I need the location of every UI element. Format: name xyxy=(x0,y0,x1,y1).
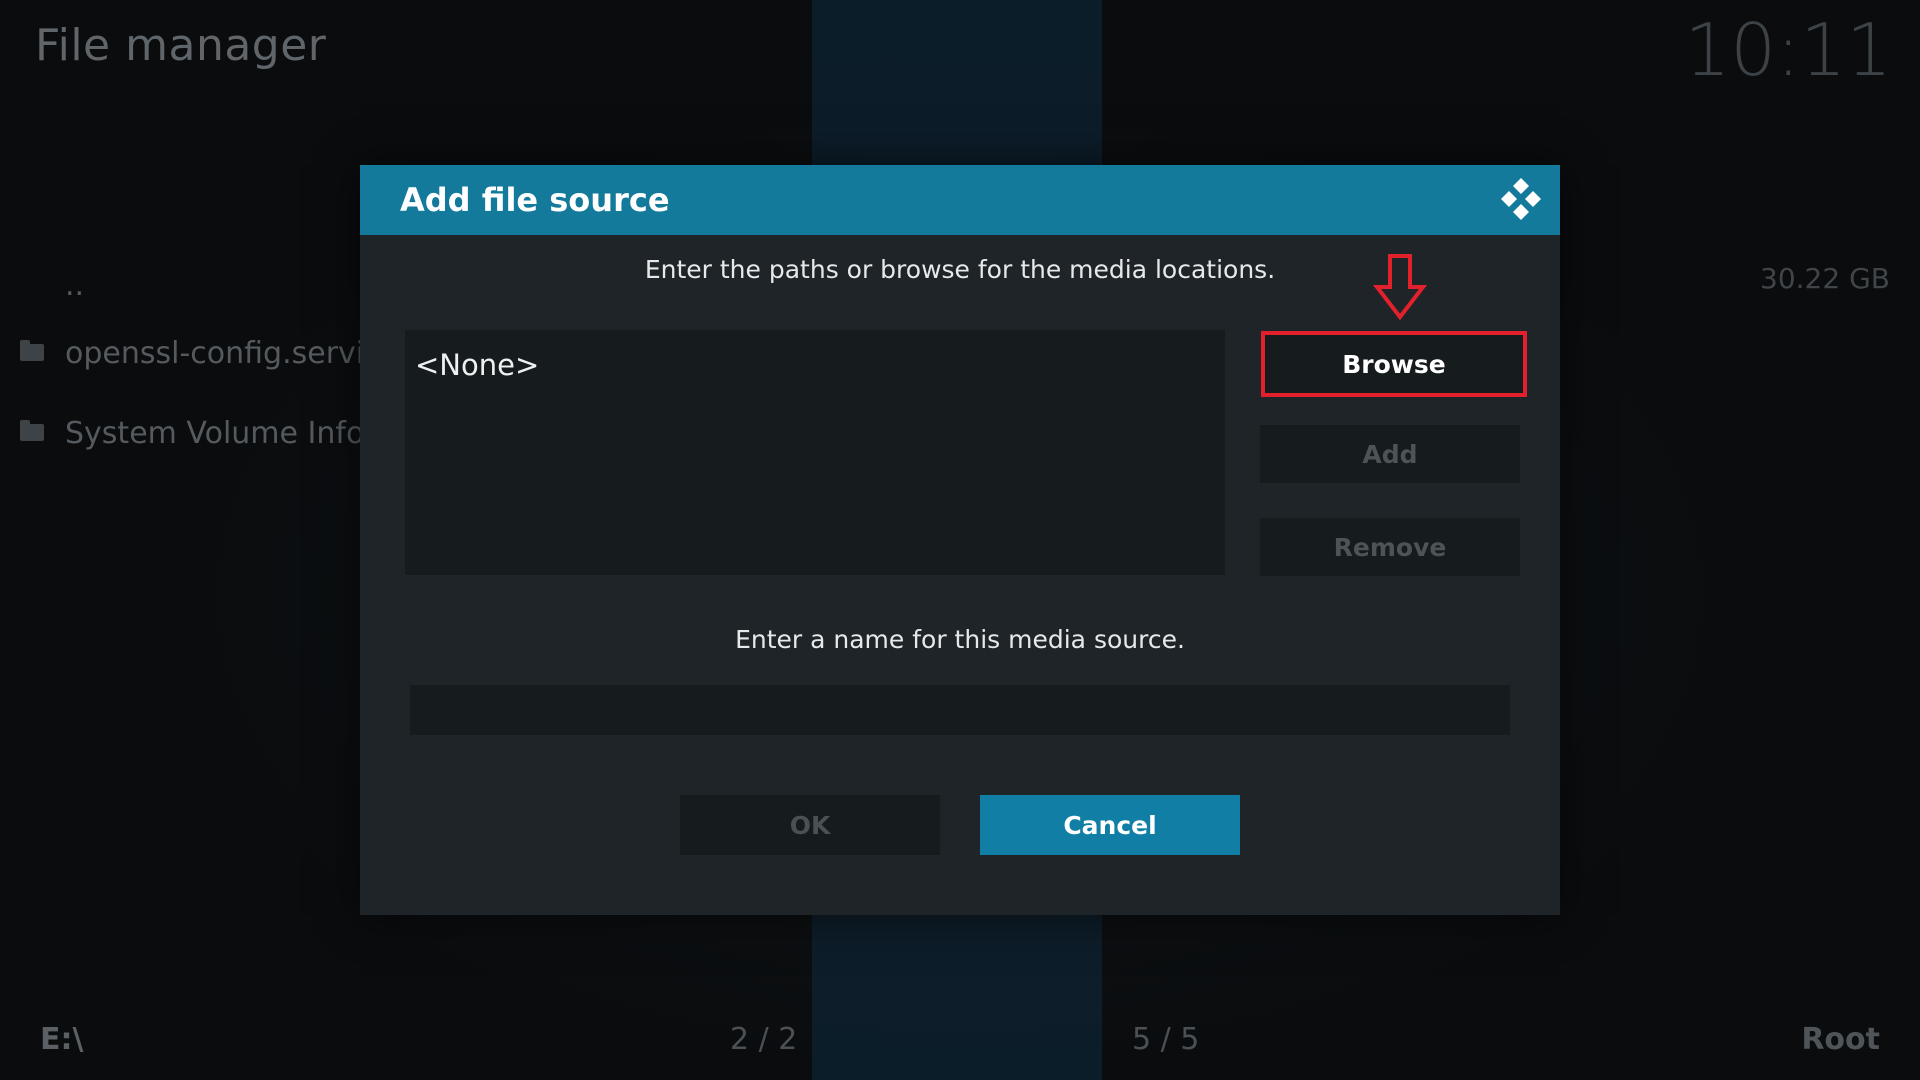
kodi-logo-icon xyxy=(1501,178,1541,220)
down-arrow-icon xyxy=(1373,254,1427,321)
add-file-source-dialog: Add file source Enter the paths or brows… xyxy=(360,165,1560,915)
location-label: Root xyxy=(1801,1022,1880,1057)
cancel-button[interactable]: Cancel xyxy=(980,795,1240,855)
paths-list[interactable]: <None> xyxy=(405,330,1225,575)
dialog-title: Add file source xyxy=(400,181,670,219)
source-name-input[interactable] xyxy=(410,685,1510,735)
page-title: File manager xyxy=(35,20,327,71)
item-count-left: 2 / 2 xyxy=(730,1022,798,1057)
name-hint: Enter a name for this media source. xyxy=(735,625,1185,654)
ok-button[interactable]: OK xyxy=(680,795,940,855)
current-path: E:\ xyxy=(40,1022,84,1057)
path-item[interactable]: <None> xyxy=(415,348,539,382)
browse-button[interactable]: Browse xyxy=(1261,331,1527,397)
free-space-label: 30.22 GB xyxy=(1760,262,1890,295)
remove-button[interactable]: Remove xyxy=(1260,518,1520,576)
list-item-label: System Volume Inform xyxy=(65,415,370,451)
list-item[interactable]: System Volume Inform xyxy=(0,408,370,458)
list-item-parent[interactable]: .. xyxy=(0,260,370,310)
clock: 10:11 xyxy=(1684,8,1893,92)
folder-icon xyxy=(20,340,44,361)
list-item-label: .. xyxy=(65,267,85,303)
list-item-label: openssl-config.service. xyxy=(65,335,370,371)
folder-icon xyxy=(20,420,44,441)
dialog-header: Add file source xyxy=(360,165,1560,235)
add-button[interactable]: Add xyxy=(1260,425,1520,483)
item-count-right: 5 / 5 xyxy=(1132,1022,1200,1057)
list-item[interactable]: openssl-config.service. xyxy=(0,328,370,378)
